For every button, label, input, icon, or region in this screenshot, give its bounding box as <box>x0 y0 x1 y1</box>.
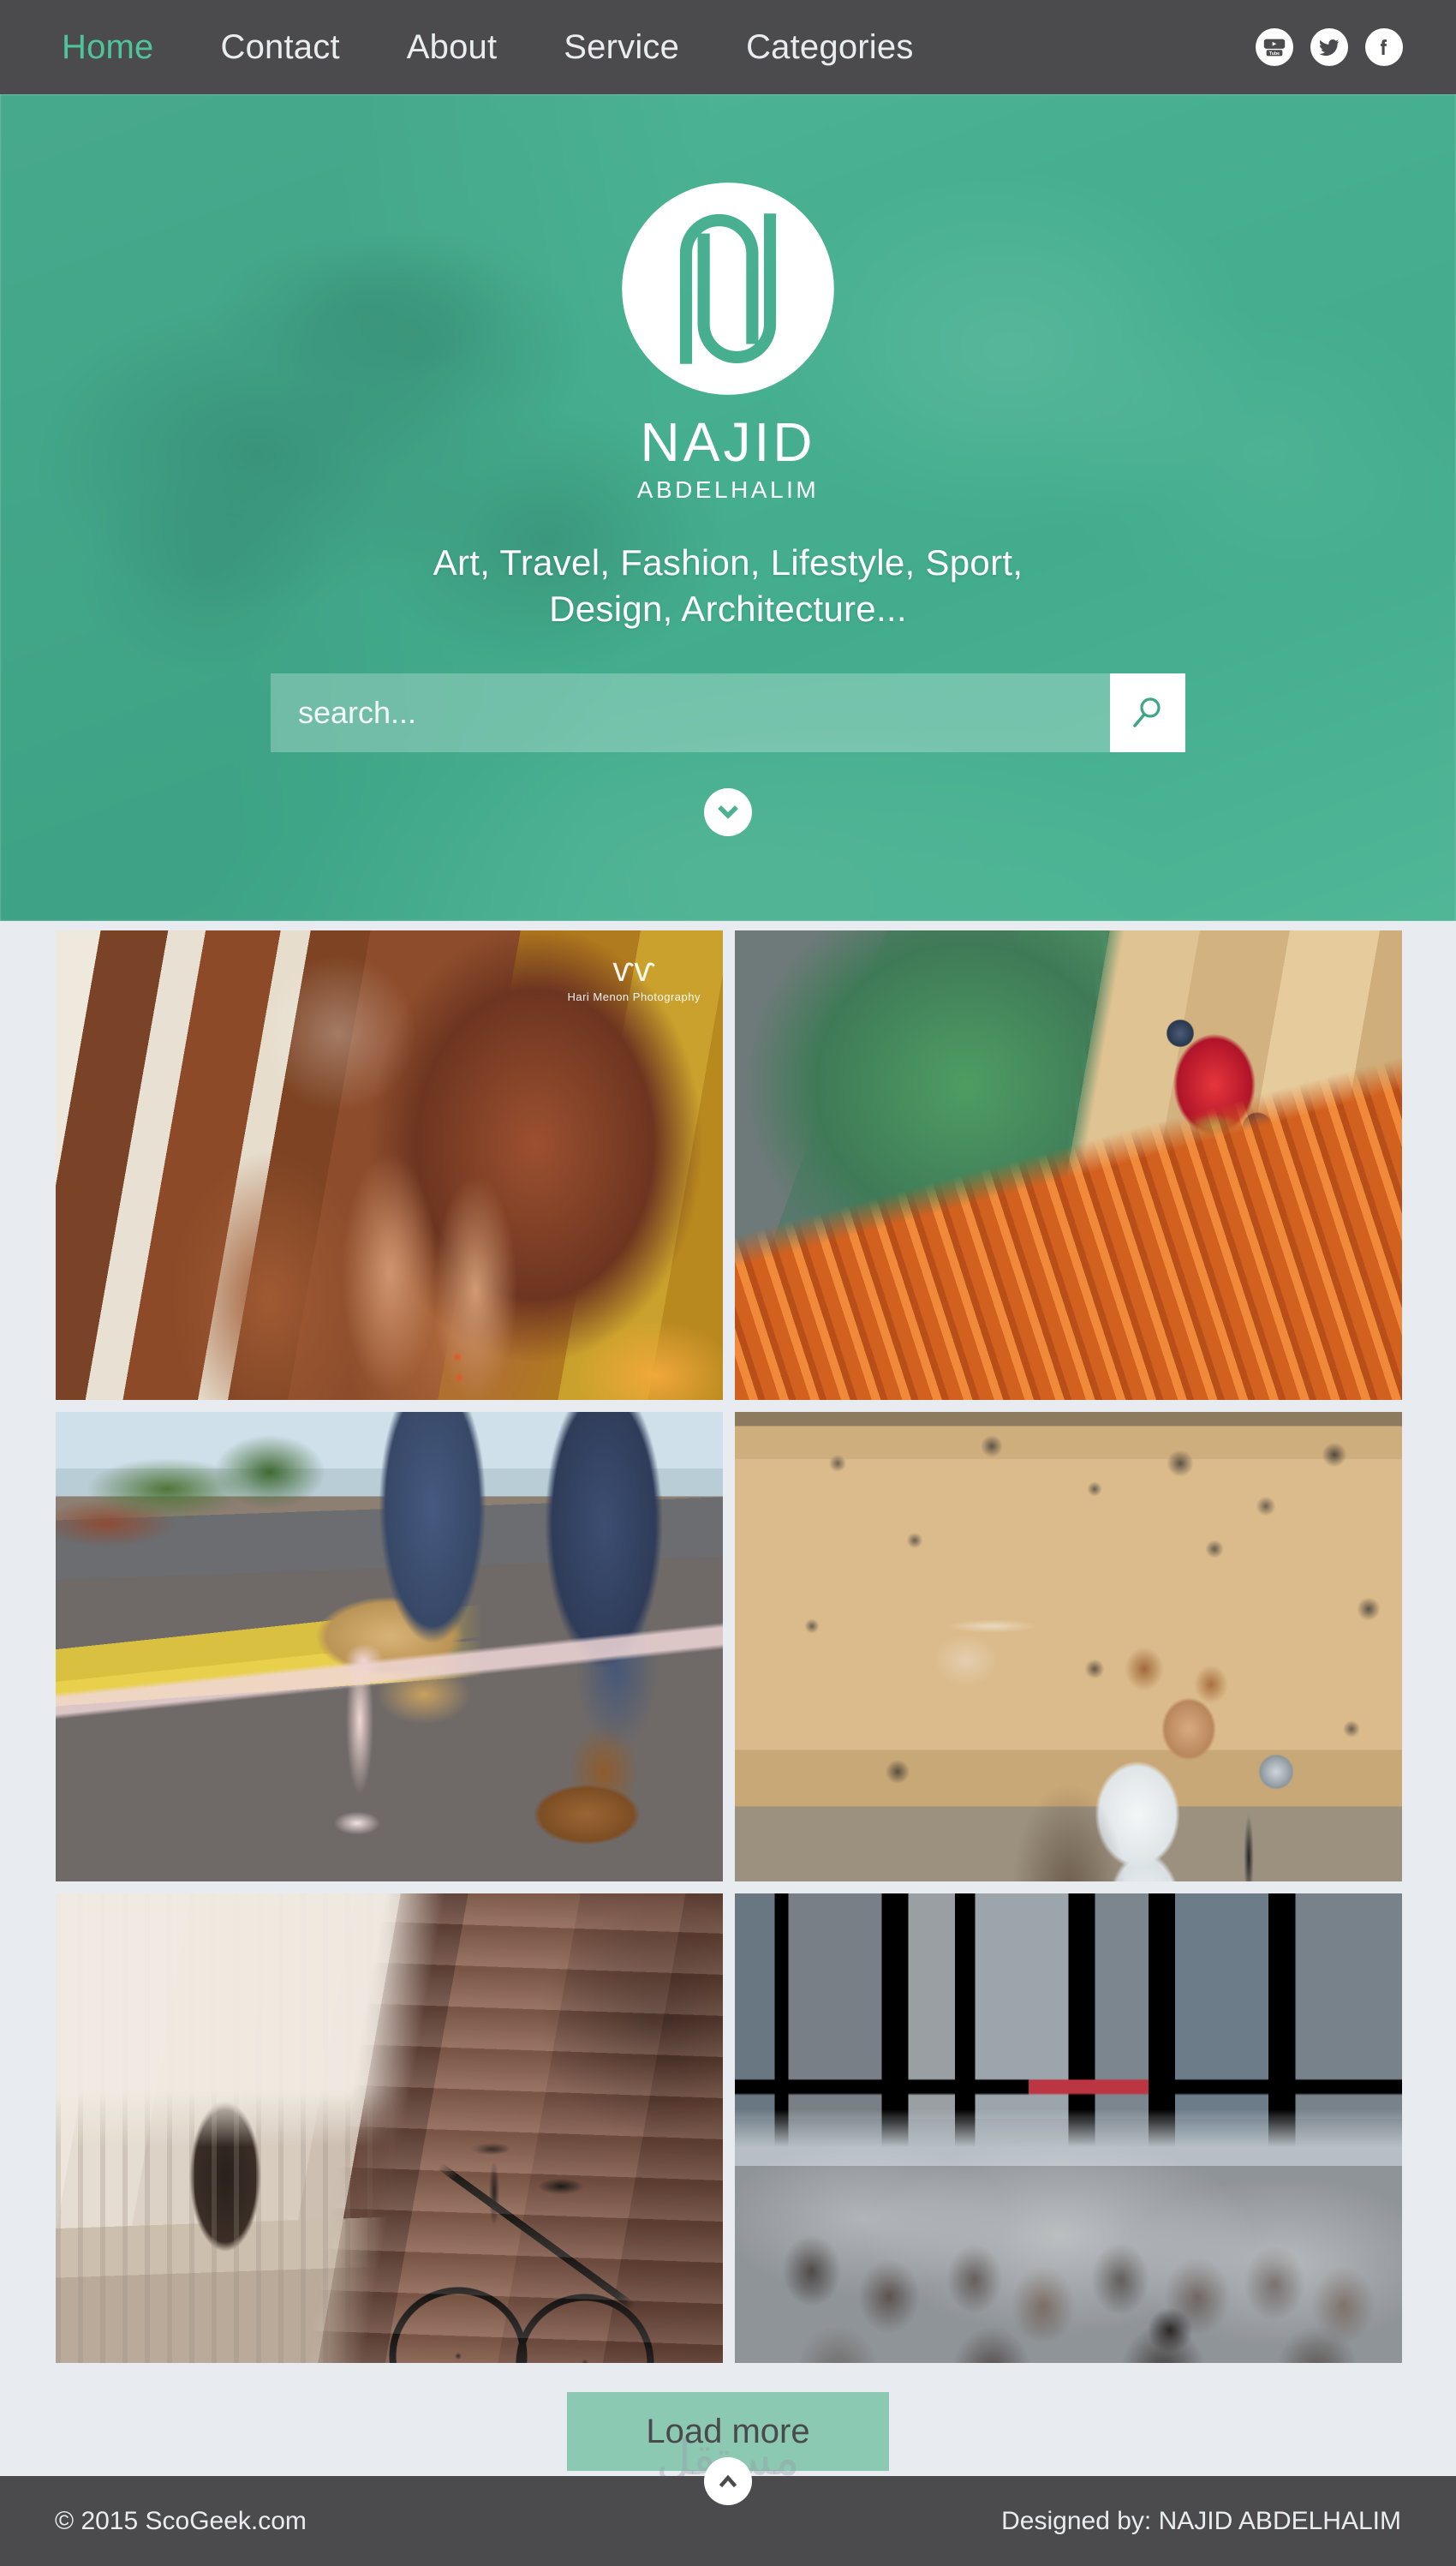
hero-tagline-line-2: Design, Architecture... <box>549 588 907 629</box>
crowd-detail-layer <box>735 1893 1402 2363</box>
search-input[interactable] <box>271 673 1110 752</box>
photo-strawberries-blueberries-basket <box>735 930 1402 1400</box>
search-bar <box>271 673 1185 752</box>
berry-detail-layer <box>735 930 1402 1400</box>
nav-links: Home Contact About Service Categories <box>62 28 981 67</box>
gallery-item-street-art-girl[interactable] <box>735 1412 1402 1881</box>
gallery-item-boot-on-gum[interactable] <box>56 1412 723 1881</box>
nav-item-categories[interactable]: Categories <box>746 28 913 67</box>
gum-detail-layer <box>56 1412 723 1881</box>
page-root: Home Contact About Service Categories Tu… <box>0 0 1456 2566</box>
brand-logo-icon <box>622 182 834 395</box>
footer-credit: Designed by: NAJID ABDELHALIM <box>1001 2506 1401 2535</box>
nav-item-home[interactable]: Home <box>62 28 154 67</box>
facebook-icon[interactable] <box>1365 28 1403 66</box>
nav-item-contact[interactable]: Contact <box>221 28 340 67</box>
scroll-down-button[interactable] <box>704 787 752 836</box>
search-button[interactable] <box>1110 673 1185 752</box>
twitter-icon[interactable] <box>1310 28 1348 66</box>
photo-boot-stepping-on-gum <box>56 1412 723 1881</box>
svg-text:Tube: Tube <box>1269 51 1280 57</box>
gallery-item-bicycle-archway[interactable] <box>56 1893 723 2363</box>
hero-section: NAJID ABDELHALIM Art, Travel, Fashion, L… <box>0 94 1456 921</box>
chevron-up-icon <box>719 2474 737 2488</box>
footer-copyright: © 2015 ScoGeek.com <box>55 2506 307 2535</box>
top-navigation-bar: Home Contact About Service Categories Tu… <box>0 0 1456 94</box>
social-links: Tube <box>1256 28 1403 66</box>
brand-name: NAJID <box>640 411 816 473</box>
gallery-item-crowd-city-square[interactable] <box>735 1893 1402 2363</box>
photo-crowd-city-square <box>735 1893 1402 2363</box>
youtube-icon[interactable]: Tube <box>1256 28 1293 66</box>
nav-item-service[interactable]: Service <box>564 28 679 67</box>
nav-item-about[interactable]: About <box>407 28 498 67</box>
back-to-top-button[interactable] <box>704 2457 752 2505</box>
photo-watermark: ⱱⱱ Hari Menon Photography <box>567 949 701 1004</box>
photo-gallery-grid: ⱱⱱ Hari Menon Photography <box>56 930 1402 2363</box>
brand-subtitle: ABDELHALIM <box>636 476 820 503</box>
photographer-monogram: ⱱⱱ <box>612 951 656 989</box>
hero-tagline: Art, Travel, Fashion, Lifestyle, Sport, … <box>433 540 1023 632</box>
photo-street-art-girl-stethoscope <box>735 1412 1402 1881</box>
photographer-credit: Hari Menon Photography <box>567 990 701 1003</box>
search-icon <box>1133 697 1161 727</box>
gallery-item-elderly-monk-pointing[interactable]: ⱱⱱ Hari Menon Photography <box>56 930 723 1400</box>
page-footer: © 2015 ScoGeek.com Designed by: NAJID AB… <box>0 2457 1456 2566</box>
bicycle-detail-layer <box>56 1893 723 2363</box>
chevron-down-icon <box>718 804 738 819</box>
gallery-item-strawberries-basket[interactable] <box>735 930 1402 1400</box>
hero-tagline-line-1: Art, Travel, Fashion, Lifestyle, Sport, <box>433 542 1023 583</box>
photo-bicycle-gothic-archway <box>56 1893 723 2363</box>
